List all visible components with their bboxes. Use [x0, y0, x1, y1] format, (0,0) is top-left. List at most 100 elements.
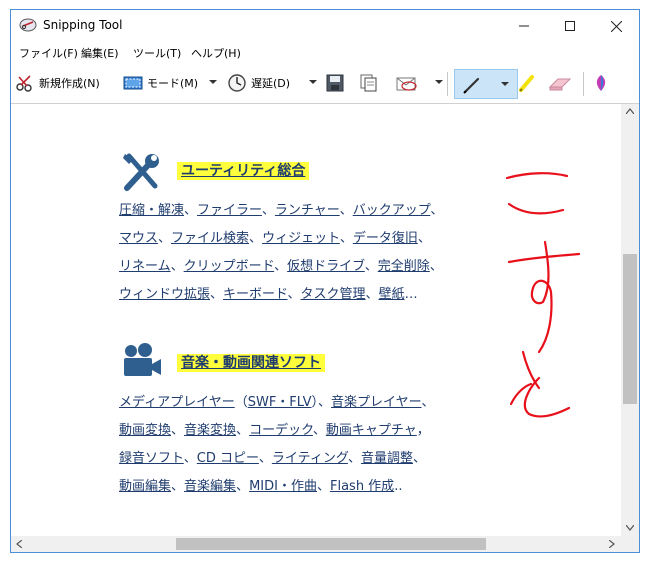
vertical-scrollbar[interactable]: [621, 104, 639, 536]
separator-text: 、: [316, 479, 330, 494]
minimize-button[interactable]: [501, 10, 547, 42]
highlighter-button[interactable]: [517, 70, 537, 96]
new-snip-button[interactable]: 新規作成(N): [15, 70, 100, 96]
category-link[interactable]: ウィンドウ拡張: [119, 287, 210, 302]
category-link[interactable]: 動画変換: [119, 423, 171, 438]
snip-content-area[interactable]: ユーティリティ総合 圧縮・解凍、ファイラー、ランチャー、バックアップ、 マウス、…: [11, 104, 621, 536]
category-link[interactable]: 録音ソフト: [119, 451, 184, 466]
category-link[interactable]: 壁紙: [379, 287, 405, 302]
category-link[interactable]: ライティング: [272, 451, 348, 466]
separator-text: ）、: [311, 395, 332, 410]
category-link[interactable]: 圧縮・解凍: [119, 203, 184, 218]
send-dropdown-arrow[interactable]: [435, 80, 443, 84]
scroll-right-icon[interactable]: [609, 540, 615, 548]
category-link[interactable]: ファイラー: [197, 203, 262, 218]
category-link[interactable]: タスク管理: [301, 287, 366, 302]
category-link[interactable]: キーボード: [223, 287, 287, 302]
eraser-button[interactable]: [547, 70, 573, 96]
save-button[interactable]: [325, 70, 345, 96]
send-snip-button[interactable]: [395, 70, 421, 96]
category-link[interactable]: 仮想ドライブ: [287, 259, 365, 274]
paint-3d-icon: [596, 75, 606, 91]
toolbar-separator-2: [583, 72, 584, 96]
category-link[interactable]: Flash 作成: [330, 479, 394, 494]
mode-button[interactable]: モード(M): [123, 70, 198, 96]
category-link[interactable]: MIDI・作曲: [249, 479, 317, 494]
close-icon: [610, 20, 622, 32]
separator-text: 、: [236, 423, 250, 438]
menu-edit[interactable]: 編集(E): [81, 45, 119, 61]
video-camera-icon: [124, 343, 161, 376]
menu-tools[interactable]: ツール(T): [133, 45, 181, 61]
toolbar-separator: [447, 72, 448, 96]
separator-text: 、: [261, 203, 275, 218]
scroll-up-icon[interactable]: [626, 108, 634, 114]
rectangle-snip-icon: [123, 76, 143, 90]
menu-help[interactable]: ヘルプ(H): [191, 45, 241, 61]
separator-text: 、: [171, 479, 185, 494]
category-link[interactable]: SWF・FLV: [248, 395, 312, 410]
maximize-button[interactable]: [547, 10, 593, 42]
separator-text: 、: [210, 287, 224, 302]
toolbar: 新規作成(N) モード(M) 遅延(D): [11, 62, 639, 104]
scroll-left-icon[interactable]: [16, 540, 22, 548]
category-link[interactable]: 完全削除: [378, 259, 430, 274]
separator-text: 、: [339, 203, 353, 218]
category-link[interactable]: クリップボード: [184, 259, 274, 274]
paint3d-button[interactable]: [591, 70, 611, 96]
pen-annotation: [505, 172, 581, 418]
utility-section-title[interactable]: ユーティリティ総合: [177, 162, 310, 180]
category-link[interactable]: 動画キャプチャ: [326, 423, 417, 438]
category-link[interactable]: 音量調整: [361, 451, 413, 466]
category-link[interactable]: バックアップ: [353, 203, 431, 218]
category-link[interactable]: ファイル検索: [171, 231, 249, 246]
menu-file[interactable]: ファイル(F): [19, 45, 78, 61]
category-link[interactable]: マウス: [119, 231, 158, 246]
category-link[interactable]: ランチャー: [275, 203, 340, 218]
pen-dropdown-arrow[interactable]: [501, 82, 509, 86]
save-icon: [326, 74, 344, 92]
vertical-scroll-thumb[interactable]: [623, 254, 637, 404]
category-link[interactable]: 音楽変換: [184, 423, 236, 438]
media-links-line-4: 動画編集、音楽編集、MIDI・作曲、Flash 作成..: [119, 478, 402, 496]
category-link[interactable]: CD コピー: [197, 451, 259, 466]
close-button[interactable]: [593, 10, 639, 42]
separator-text: 、: [287, 287, 301, 302]
separator-text: 、: [258, 451, 272, 466]
category-link[interactable]: リネーム: [119, 259, 171, 274]
horizontal-scrollbar[interactable]: [11, 536, 621, 552]
separator-text: 、: [170, 259, 184, 274]
category-link[interactable]: ウィジェット: [262, 231, 340, 246]
separator-text: 、: [430, 203, 444, 218]
separator-text: （: [234, 395, 248, 410]
media-links-line-1: メディアプレイヤー（SWF・FLV）、音楽プレイヤー、: [119, 394, 435, 412]
category-link[interactable]: データ復旧: [353, 231, 418, 246]
scroll-down-icon[interactable]: [626, 525, 634, 531]
menu-bar: ファイル(F) 編集(E) ツール(T) ヘルプ(H): [11, 42, 639, 62]
copy-button[interactable]: [359, 70, 379, 96]
utility-links-line-2: マウス、ファイル検索、ウィジェット、データ復旧、: [119, 230, 431, 248]
delay-dropdown-arrow[interactable]: [309, 80, 317, 84]
highlighter-icon: [519, 75, 534, 92]
scrollbar-corner: [621, 536, 639, 552]
media-section-title[interactable]: 音楽・動画関連ソフト: [177, 354, 325, 372]
separator-text: …: [404, 287, 418, 302]
separator-text: ..: [394, 479, 403, 494]
category-link[interactable]: メディアプレイヤー: [119, 395, 235, 410]
category-link[interactable]: 動画編集: [119, 479, 171, 494]
utility-links-line-1: 圧縮・解凍、ファイラー、ランチャー、バックアップ、: [119, 202, 443, 220]
pen-button[interactable]: [454, 69, 518, 99]
utility-links-line-3: リネーム、クリップボード、仮想ドライブ、完全削除、: [119, 258, 443, 276]
category-link[interactable]: コーデック: [249, 423, 313, 438]
delay-button[interactable]: 遅延(D): [227, 70, 290, 96]
mode-dropdown-arrow[interactable]: [209, 80, 217, 84]
separator-text: 、: [412, 451, 426, 466]
window-title: Snipping Tool: [43, 18, 123, 32]
tools-icon: [123, 153, 159, 191]
horizontal-scroll-thumb[interactable]: [176, 538, 486, 550]
mode-label: モード(M): [147, 77, 199, 90]
separator-text: 、: [184, 203, 198, 218]
category-link[interactable]: 音楽編集: [184, 479, 236, 494]
category-link[interactable]: 音楽プレイヤー: [331, 395, 421, 410]
clock-icon: [228, 74, 246, 92]
